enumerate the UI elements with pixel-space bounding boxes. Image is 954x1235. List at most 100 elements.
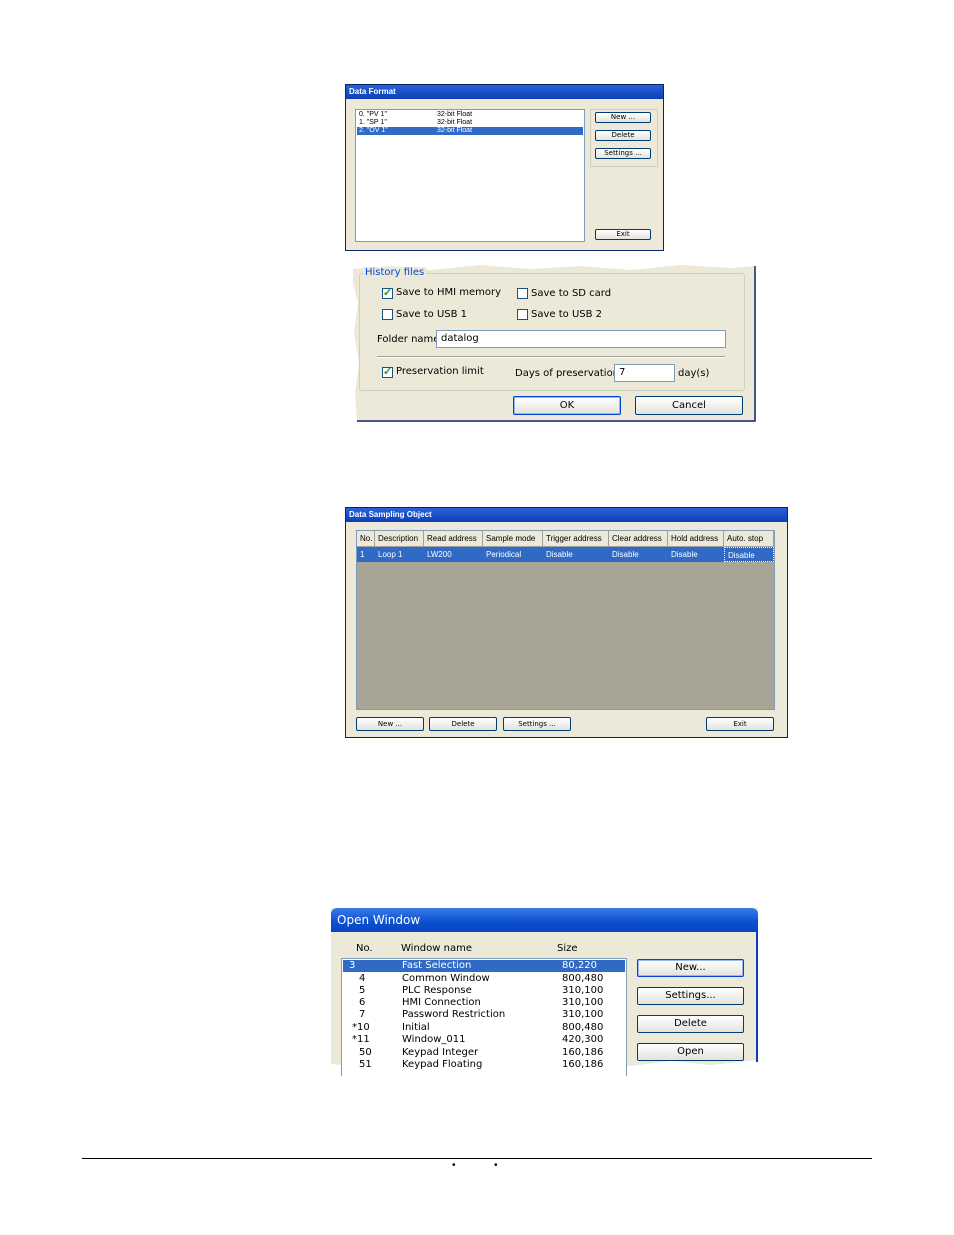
delete-button[interactable]: Delete [429, 717, 497, 731]
open-window-dialog: Open Window No. Window name Size 3 Fast … [331, 908, 758, 1076]
history-group-label: History files [363, 267, 427, 278]
window-name: Password Restriction [402, 1009, 506, 1020]
delete-button[interactable]: Delete [595, 130, 651, 141]
settings-button[interactable]: Settings ... [595, 148, 651, 159]
window-size: 800,480 [562, 1022, 604, 1033]
list-item[interactable]: 6 HMI Connection 310,100 [343, 997, 625, 1009]
list-item-selected[interactable]: 2. "OV 1" 32-bit Float [357, 127, 583, 135]
window-no: 5 [359, 985, 366, 996]
save-usb1-checkbox[interactable] [382, 309, 393, 320]
save-hmi-checkbox[interactable] [382, 286, 393, 299]
window-name: Window_011 [402, 1034, 466, 1045]
list-item[interactable]: 50 Keypad Integer 160,186 [343, 1047, 625, 1059]
footer-bullet-1: • [452, 1160, 456, 1171]
data-format-dialog: Data Format 0. "PV 1" 32-bit Float 1. "S… [345, 84, 664, 251]
window-no: *10 [352, 1022, 370, 1033]
window-no: 4 [359, 973, 366, 984]
window-size: 800,480 [562, 973, 604, 984]
window-no: 50 [359, 1047, 372, 1058]
new-button[interactable]: New... [637, 959, 744, 977]
folder-name-field[interactable]: datalog [436, 330, 726, 348]
save-usb2-checkbox[interactable] [517, 309, 528, 320]
list-header-no: No. [356, 943, 373, 954]
cell-trigger-address: Disable [546, 550, 573, 559]
sampling-grid[interactable]: No. Description Read address Sample mode… [356, 530, 775, 710]
footer-bullet-2: • [494, 1160, 498, 1171]
list-item[interactable]: 1. "SP 1" 32-bit Float [357, 119, 583, 127]
new-button[interactable]: New ... [356, 717, 424, 731]
divider [377, 356, 725, 358]
window-size: 310,100 [562, 1009, 604, 1020]
new-button[interactable]: New ... [595, 112, 651, 123]
col-read-address[interactable]: Read address [424, 531, 483, 547]
data-format-list[interactable]: 0. "PV 1" 32-bit Float 1. "SP 1" 32-bit … [355, 109, 585, 242]
list-header-name: Window name [401, 943, 472, 954]
window-no: 51 [359, 1059, 372, 1070]
col-description[interactable]: Description [375, 531, 424, 547]
data-sampling-title: Data Sampling Object [346, 508, 787, 522]
window-size: 310,100 [562, 997, 604, 1008]
save-sd-label: Save to SD card [531, 288, 612, 299]
col-hold-address[interactable]: Hold address [668, 531, 724, 547]
window-name: Common Window [402, 973, 490, 984]
preservation-label: Preservation limit [396, 366, 484, 377]
window-size: 310,100 [562, 985, 604, 996]
format-name: 0. "PV 1" [359, 111, 387, 118]
days-label: Days of preservation : [515, 368, 626, 379]
format-type: 32-bit Float [437, 111, 473, 118]
history-files-panel: History files Save to HMI memory Save to… [351, 263, 759, 424]
days-field[interactable]: 7 [614, 364, 675, 382]
cell-auto-stop: Disable [724, 547, 774, 562]
col-clear-address[interactable]: Clear address [609, 531, 668, 547]
list-item[interactable]: 5 PLC Response 310,100 [343, 985, 625, 997]
list-item[interactable]: 51 Keypad Floating 160,186 [343, 1059, 625, 1071]
window-size: 80,220 [562, 960, 597, 971]
cancel-button[interactable]: Cancel [635, 396, 743, 415]
window-no: *11 [352, 1034, 370, 1045]
window-size: 160,186 [562, 1059, 604, 1070]
format-name: 1. "SP 1" [359, 119, 387, 126]
grid-header-row: No. Description Read address Sample mode… [357, 531, 774, 547]
list-item[interactable]: *11 Window_011 420,300 [343, 1034, 625, 1046]
delete-button[interactable]: Delete [637, 1015, 744, 1033]
window-name: PLC Response [402, 985, 472, 996]
cell-description: Loop 1 [378, 550, 403, 559]
table-row[interactable]: 1 Loop 1 LW200 Periodical Disable Disabl… [357, 547, 774, 562]
list-item[interactable]: 4 Common Window 800,480 [343, 973, 625, 985]
cell-hold-address: Disable [671, 550, 698, 559]
list-item[interactable]: 0. "PV 1" 32-bit Float [357, 111, 583, 119]
cell-sample-mode: Periodical [486, 550, 522, 559]
format-type: 32-bit Float [437, 119, 473, 126]
format-name: 2. "OV 1" [359, 127, 388, 134]
save-usb1-label: Save to USB 1 [396, 309, 468, 320]
window-size: 160,186 [562, 1047, 604, 1058]
ok-button[interactable]: OK [513, 396, 621, 415]
settings-button[interactable]: Settings ... [503, 717, 571, 731]
window-size: 420,300 [562, 1034, 604, 1045]
days-unit: day(s) [678, 368, 710, 379]
window-name: HMI Connection [402, 997, 481, 1008]
col-sample-mode[interactable]: Sample mode [483, 531, 543, 547]
list-item[interactable]: 7 Password Restriction 310,100 [343, 1009, 625, 1021]
window-no: 3 [349, 960, 356, 971]
exit-button[interactable]: Exit [595, 229, 651, 240]
open-button[interactable]: Open [637, 1043, 744, 1061]
window-list[interactable]: 3 Fast Selection 80,220 4 Common Window … [341, 958, 627, 1076]
open-window-title: Open Window [331, 908, 758, 932]
list-item-selected[interactable]: 3 Fast Selection 80,220 [343, 960, 625, 972]
exit-button[interactable]: Exit [706, 717, 774, 731]
settings-button[interactable]: Settings... [637, 987, 744, 1005]
col-auto-stop[interactable]: Auto. stop [724, 531, 774, 547]
window-no: 7 [359, 1009, 366, 1020]
save-sd-checkbox[interactable] [517, 288, 528, 299]
col-no[interactable]: No. [357, 531, 375, 547]
col-trigger-address[interactable]: Trigger address [543, 531, 609, 547]
save-hmi-label: Save to HMI memory [396, 287, 501, 298]
save-usb2-label: Save to USB 2 [531, 309, 603, 320]
list-item[interactable]: *10 Initial 800,480 [343, 1022, 625, 1034]
data-sampling-dialog: Data Sampling Object No. Description Rea… [345, 507, 788, 738]
cell-clear-address: Disable [612, 550, 639, 559]
cell-read-address: LW200 [427, 550, 452, 559]
preservation-checkbox[interactable] [382, 365, 393, 378]
data-format-title: Data Format [346, 85, 663, 99]
